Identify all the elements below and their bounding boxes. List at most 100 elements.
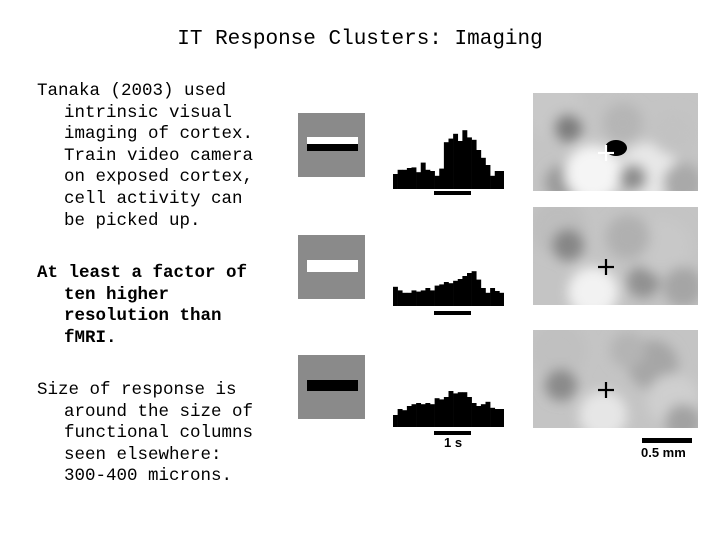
image-texture-blob [651, 111, 695, 155]
stimulus-duration-bar-2 [434, 311, 471, 315]
image-texture-blob [545, 369, 577, 401]
histogram-bin [462, 392, 468, 427]
histogram-bin [434, 398, 440, 427]
histogram-bin [453, 393, 459, 427]
paragraph-line: cell activity can [64, 188, 243, 209]
stimulus-white-bar [298, 235, 365, 299]
paragraph-resolution: At least a factor of ten higher resolution… [37, 263, 247, 349]
histogram-bin [480, 288, 486, 306]
stimulus-bar-white [307, 137, 358, 144]
paragraph-line: around the size of [64, 401, 254, 422]
histogram-bin [476, 150, 482, 189]
histogram-bin [494, 291, 500, 306]
histogram-bin [411, 404, 417, 427]
histogram-bin [402, 169, 408, 189]
paragraph-line: seen elsewhere: [64, 444, 222, 465]
histogram-bin [476, 279, 482, 306]
histogram-bin [448, 391, 454, 427]
image-texture-blob [552, 229, 584, 261]
stimulus-black-bar [298, 355, 365, 419]
image-texture-blob [606, 215, 650, 259]
stimulus-bar-black [307, 380, 358, 391]
spatial-scale-bar [642, 438, 692, 443]
histogram-bin [416, 291, 422, 306]
optical-image-1 [533, 93, 698, 191]
paragraph-line: ten higher [64, 284, 170, 305]
histogram-bin [490, 288, 496, 306]
histogram-bin [457, 392, 463, 427]
spatial-scale-label: 0.5 mm [641, 445, 686, 460]
histogram-bin [499, 171, 504, 189]
histogram-bin [430, 290, 435, 306]
response-histogram-1 [393, 129, 504, 189]
histogram-bin [443, 142, 449, 189]
histogram-bin [406, 406, 412, 427]
histogram-bin [453, 133, 459, 189]
paragraph-response-size: Size of response is around the size of fun… [37, 380, 253, 488]
stimulus-white-over-black-bar [298, 113, 365, 177]
histogram-bin [499, 409, 504, 427]
histogram-bin [457, 279, 463, 306]
histogram-bin [420, 404, 426, 427]
histogram-bin [471, 139, 477, 189]
histogram-bin [420, 290, 426, 306]
response-histogram-2 [393, 246, 504, 306]
histogram-bin [425, 169, 431, 189]
slide-title: IT Response Clusters: Imaging [177, 28, 543, 51]
image-texture-blob [554, 114, 582, 142]
paragraph-tanaka-imaging: Tanaka (2003) used intrinsic visual imagin… [37, 81, 253, 232]
histogram-bin [430, 171, 435, 189]
histogram-bin [467, 397, 472, 427]
histogram-bin [397, 409, 403, 427]
histogram-bin [471, 271, 477, 306]
histogram-bin [425, 288, 431, 306]
histogram-bin [416, 403, 422, 427]
histogram-bin [393, 286, 398, 306]
paragraph-line: Tanaka (2003) used [37, 81, 227, 101]
histogram-bin [476, 406, 482, 427]
stimulus-duration-bar-1 [434, 191, 471, 195]
histogram-bin [393, 174, 398, 189]
histogram-bin [439, 399, 445, 427]
histogram-bin [494, 171, 500, 189]
histogram-bin [397, 169, 403, 189]
histogram-bin [485, 292, 491, 306]
stimulus-bar-black [307, 144, 358, 151]
histogram-bin [402, 292, 408, 306]
histogram-bin [443, 397, 449, 427]
histogram-bin [443, 282, 449, 306]
histogram-bin [480, 157, 486, 189]
image-texture-blob [610, 332, 646, 368]
histogram-bin [411, 167, 417, 189]
histogram-bin [490, 175, 496, 189]
paragraph-line: imaging of cortex. [64, 124, 254, 145]
histogram-bin [439, 284, 445, 306]
histogram-bin [448, 138, 454, 189]
optical-image-2 [533, 207, 698, 305]
histogram-bin [494, 409, 500, 427]
histogram-bin [434, 285, 440, 306]
histogram-bin [411, 290, 417, 306]
histogram-bin [457, 141, 463, 189]
histogram-bin [448, 283, 454, 306]
paragraph-line: Size of response is [37, 380, 237, 400]
histogram-bin [462, 276, 468, 306]
histogram-bin [430, 404, 435, 427]
histogram-bin [393, 415, 398, 427]
histogram-bin [467, 137, 472, 189]
paragraph-line: functional columns [64, 423, 254, 444]
optical-image-3 [533, 330, 698, 428]
histogram-bin [425, 403, 431, 427]
response-histogram-3 [393, 367, 504, 427]
paragraph-line: intrinsic visual [64, 102, 233, 123]
histogram-bin [480, 404, 486, 427]
paragraph-line: fMRI. [64, 327, 117, 348]
histogram-bin [402, 410, 408, 427]
paragraph-line: 300-400 microns. [64, 466, 233, 487]
image-texture-blob [619, 164, 647, 191]
histogram-bin [485, 165, 491, 189]
histogram-bin [416, 172, 422, 189]
stimulus-bar-white [307, 260, 358, 272]
paragraph-line: on exposed cortex, [64, 167, 254, 188]
paragraph-line: resolution than [64, 306, 222, 327]
